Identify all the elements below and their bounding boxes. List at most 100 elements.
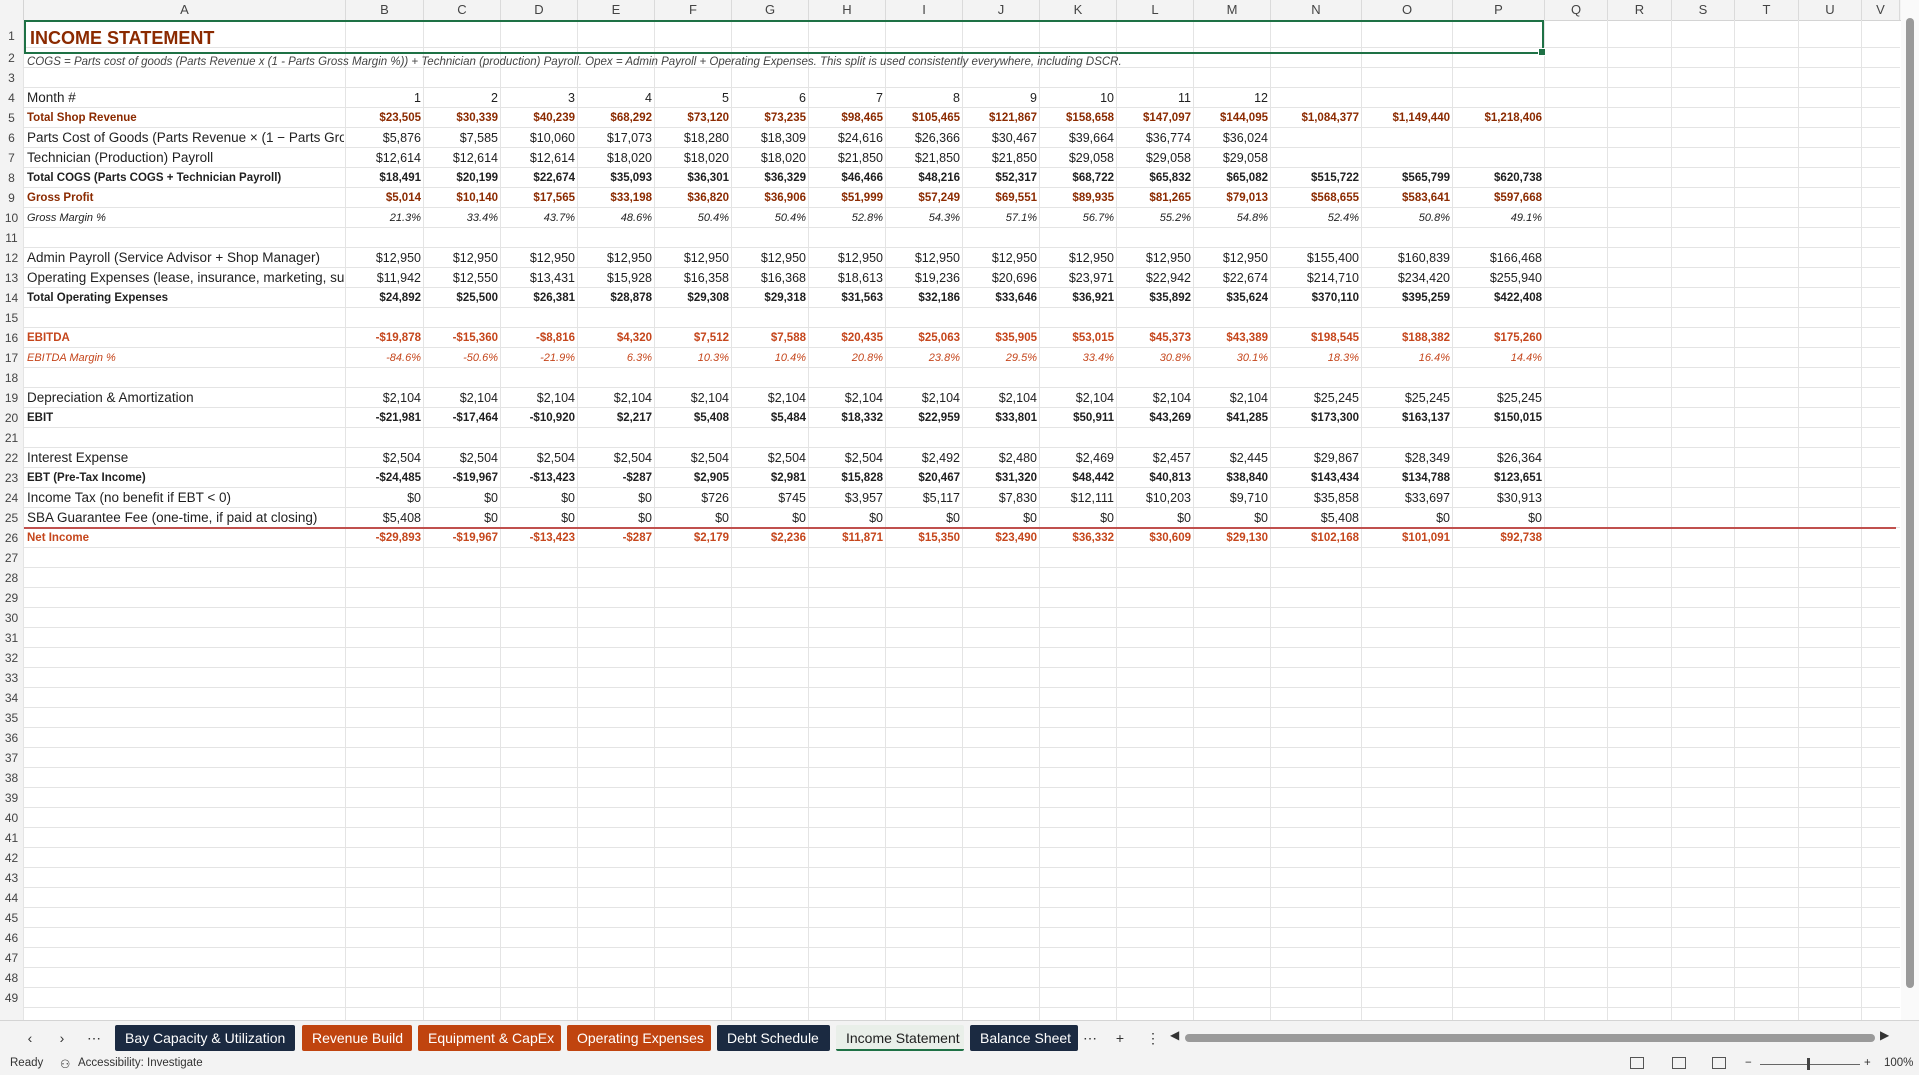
value-cell[interactable]: $144,095 — [1194, 108, 1271, 128]
row-header-37[interactable]: 37 — [0, 748, 23, 768]
value-cell[interactable]: $121,867 — [963, 108, 1040, 128]
value-cell[interactable]: $12,550 — [424, 268, 501, 288]
row-header-28[interactable]: 28 — [0, 568, 23, 588]
value-cell[interactable]: $0 — [578, 488, 655, 508]
more-sheets-left-icon[interactable]: ⋯ — [84, 1029, 104, 1047]
value-cell[interactable]: $20,199 — [424, 168, 501, 188]
value-cell[interactable]: -$19,878 — [346, 328, 424, 348]
row-header-31[interactable]: 31 — [0, 628, 23, 648]
value-cell[interactable]: 52.8% — [809, 208, 886, 228]
next-sheet-icon[interactable]: › — [52, 1029, 72, 1047]
row-label[interactable]: Month # — [24, 88, 344, 108]
row-header-21[interactable]: 21 — [0, 428, 23, 448]
value-cell[interactable]: $10,060 — [501, 128, 578, 148]
value-cell[interactable]: $5,014 — [346, 188, 424, 208]
value-cell[interactable]: $0 — [578, 508, 655, 528]
value-cell[interactable]: $22,674 — [501, 168, 578, 188]
value-cell[interactable]: $20,467 — [886, 468, 963, 488]
vertical-scroll-thumb[interactable] — [1906, 18, 1914, 988]
column-header-u[interactable]: U — [1799, 0, 1862, 20]
value-cell[interactable]: $155,400 — [1271, 248, 1362, 268]
value-cell[interactable]: $12,950 — [578, 248, 655, 268]
zoom-out-icon[interactable]: − — [1745, 1057, 1752, 1069]
row-header-13[interactable]: 13 — [0, 268, 23, 288]
value-cell[interactable]: $30,609 — [1117, 528, 1194, 548]
row-header-3[interactable]: 3 — [0, 68, 23, 88]
value-cell[interactable]: $25,245 — [1362, 388, 1453, 408]
value-cell[interactable]: $147,097 — [1117, 108, 1194, 128]
value-cell[interactable]: $175,260 — [1453, 328, 1545, 348]
horizontal-scroll-thumb[interactable] — [1185, 1034, 1875, 1042]
value-cell[interactable]: $160,839 — [1362, 248, 1453, 268]
value-cell[interactable]: 23.8% — [886, 348, 963, 368]
row-header-4[interactable]: 4 — [0, 88, 23, 108]
value-cell[interactable]: $12,950 — [963, 248, 1040, 268]
column-header-n[interactable]: N — [1271, 0, 1362, 20]
more-sheets-right-icon[interactable]: ⋯ — [1080, 1029, 1100, 1047]
value-cell[interactable]: $30,913 — [1453, 488, 1545, 508]
value-cell[interactable]: $40,813 — [1117, 468, 1194, 488]
value-cell[interactable]: $2,504 — [424, 448, 501, 468]
value-cell[interactable]: $22,959 — [886, 408, 963, 428]
column-header-i[interactable]: I — [886, 0, 963, 20]
value-cell[interactable]: $81,265 — [1117, 188, 1194, 208]
value-cell[interactable]: $43,389 — [1194, 328, 1271, 348]
value-cell[interactable]: $12,950 — [655, 248, 732, 268]
value-cell[interactable]: $18,491 — [346, 168, 424, 188]
value-cell[interactable]: 10.3% — [655, 348, 732, 368]
value-cell[interactable]: $35,892 — [1117, 288, 1194, 308]
row-header-9[interactable]: 9 — [0, 188, 23, 208]
value-cell[interactable]: $65,832 — [1117, 168, 1194, 188]
row-header-24[interactable]: 24 — [0, 488, 23, 508]
value-cell[interactable]: $0 — [1040, 508, 1117, 528]
value-cell[interactable]: $29,867 — [1271, 448, 1362, 468]
value-cell[interactable]: $4,320 — [578, 328, 655, 348]
value-cell[interactable]: $0 — [501, 508, 578, 528]
row-header-1[interactable]: 1 — [0, 26, 23, 46]
value-cell[interactable]: $28,878 — [578, 288, 655, 308]
value-cell[interactable]: $7,512 — [655, 328, 732, 348]
value-cell[interactable]: 33.4% — [1040, 348, 1117, 368]
value-cell[interactable]: $163,137 — [1362, 408, 1453, 428]
value-cell[interactable]: $18,613 — [809, 268, 886, 288]
row-header-35[interactable]: 35 — [0, 708, 23, 728]
row-header-22[interactable]: 22 — [0, 448, 23, 468]
value-cell[interactable]: $370,110 — [1271, 288, 1362, 308]
value-cell[interactable]: $7,588 — [732, 328, 809, 348]
value-cell[interactable]: $2,981 — [732, 468, 809, 488]
row-header-46[interactable]: 46 — [0, 928, 23, 948]
value-cell[interactable]: $11,871 — [809, 528, 886, 548]
row-label[interactable]: Depreciation & Amortization — [24, 388, 344, 408]
value-cell[interactable]: $18,332 — [809, 408, 886, 428]
row-header-42[interactable]: 42 — [0, 848, 23, 868]
row-header-45[interactable]: 45 — [0, 908, 23, 928]
row-label[interactable]: Total Operating Expenses — [24, 288, 344, 308]
value-cell[interactable]: 48.6% — [578, 208, 655, 228]
column-header-k[interactable]: K — [1040, 0, 1117, 20]
column-header-b[interactable]: B — [346, 0, 424, 20]
value-cell[interactable]: $2,104 — [963, 388, 1040, 408]
sheet-tab-equipment-capex[interactable]: Equipment & CapEx — [418, 1025, 561, 1051]
value-cell[interactable]: 5 — [655, 88, 732, 108]
value-cell[interactable]: $20,696 — [963, 268, 1040, 288]
value-cell[interactable]: 29.5% — [963, 348, 1040, 368]
value-cell[interactable]: $5,876 — [346, 128, 424, 148]
value-cell[interactable]: 56.7% — [1040, 208, 1117, 228]
row-header-7[interactable]: 7 — [0, 148, 23, 168]
sheet-tab-debt-schedule[interactable]: Debt Schedule — [717, 1025, 830, 1051]
value-cell[interactable]: $25,500 — [424, 288, 501, 308]
zoom-in-icon[interactable]: + — [1864, 1057, 1871, 1069]
value-cell[interactable]: $12,614 — [501, 148, 578, 168]
value-cell[interactable]: $597,668 — [1453, 188, 1545, 208]
value-cell[interactable]: $5,484 — [732, 408, 809, 428]
value-cell[interactable]: $10,140 — [424, 188, 501, 208]
row-header-48[interactable]: 48 — [0, 968, 23, 988]
value-cell[interactable]: 57.1% — [963, 208, 1040, 228]
value-cell[interactable]: $7,585 — [424, 128, 501, 148]
row-header-29[interactable]: 29 — [0, 588, 23, 608]
value-cell[interactable]: $166,468 — [1453, 248, 1545, 268]
value-cell[interactable]: -$19,967 — [424, 468, 501, 488]
accessibility-status[interactable]: Accessibility: Investigate — [78, 1057, 203, 1069]
value-cell[interactable]: $23,490 — [963, 528, 1040, 548]
row-header-36[interactable]: 36 — [0, 728, 23, 748]
